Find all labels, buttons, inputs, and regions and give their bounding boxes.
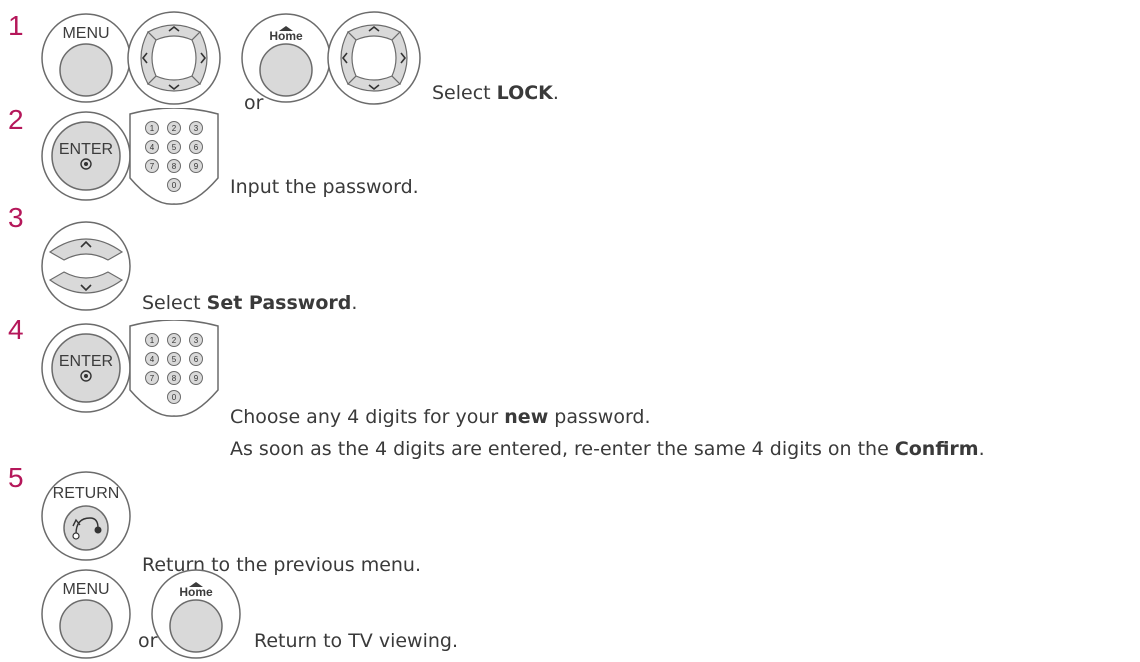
home-label: Home bbox=[179, 585, 213, 599]
svg-text:4: 4 bbox=[150, 355, 155, 364]
svg-text:7: 7 bbox=[150, 374, 155, 383]
step-4-text-line-2: As soon as the 4 digits are entered, re-… bbox=[230, 438, 985, 460]
return-label: RETURN bbox=[53, 485, 120, 502]
svg-text:8: 8 bbox=[172, 374, 177, 383]
navigation-pad-icon bbox=[327, 11, 421, 105]
step-1-number: 1 bbox=[8, 10, 24, 41]
svg-text:4: 4 bbox=[150, 143, 155, 152]
step-3-number: 3 bbox=[8, 202, 24, 233]
svg-text:1: 1 bbox=[150, 124, 155, 133]
navigation-pad-icon bbox=[127, 11, 221, 105]
up-down-button-icon bbox=[41, 221, 131, 311]
enter-label: ENTER bbox=[59, 141, 113, 158]
home-button: Home bbox=[241, 13, 331, 103]
menu-label: MENU bbox=[62, 25, 109, 42]
svg-text:7: 7 bbox=[150, 162, 155, 171]
svg-text:1: 1 bbox=[150, 336, 155, 345]
svg-text:2: 2 bbox=[172, 336, 177, 345]
number-keypad-icon: 1 2 3 4 5 6 7 8 9 0 bbox=[129, 108, 219, 205]
number-keypad-icon: 1 2 3 4 5 6 7 8 9 0 bbox=[129, 320, 219, 417]
svg-text:9: 9 bbox=[194, 374, 199, 383]
svg-text:5: 5 bbox=[172, 143, 177, 152]
enter-button: ENTER bbox=[41, 323, 131, 413]
enter-label: ENTER bbox=[59, 353, 113, 370]
svg-text:5: 5 bbox=[172, 355, 177, 364]
step-2-number: 2 bbox=[8, 104, 24, 135]
svg-text:8: 8 bbox=[172, 162, 177, 171]
svg-text:2: 2 bbox=[172, 124, 177, 133]
step-2-text: Input the password. bbox=[230, 176, 419, 198]
svg-text:6: 6 bbox=[194, 143, 199, 152]
enter-button: ENTER bbox=[41, 111, 131, 201]
step-5-number: 5 bbox=[8, 462, 24, 493]
svg-text:6: 6 bbox=[194, 355, 199, 364]
step-4-text-line-1: Choose any 4 digits for your new passwor… bbox=[230, 406, 651, 428]
svg-text:9: 9 bbox=[194, 162, 199, 171]
step-5-text-2: Return to TV viewing. bbox=[254, 630, 459, 652]
return-button: RETURN bbox=[41, 471, 131, 561]
step-4-number: 4 bbox=[8, 314, 24, 345]
home-button: Home bbox=[151, 569, 241, 659]
home-label: Home bbox=[269, 29, 303, 43]
step-3-text: Select Set Password. bbox=[142, 292, 358, 314]
menu-label: MENU bbox=[62, 581, 109, 598]
svg-text:3: 3 bbox=[194, 336, 199, 345]
svg-text:3: 3 bbox=[194, 124, 199, 133]
menu-button: MENU bbox=[41, 569, 131, 659]
svg-text:0: 0 bbox=[172, 393, 177, 402]
svg-text:0: 0 bbox=[172, 181, 177, 190]
menu-button: MENU bbox=[41, 13, 131, 103]
step-1-text: Select LOCK. bbox=[432, 82, 559, 104]
